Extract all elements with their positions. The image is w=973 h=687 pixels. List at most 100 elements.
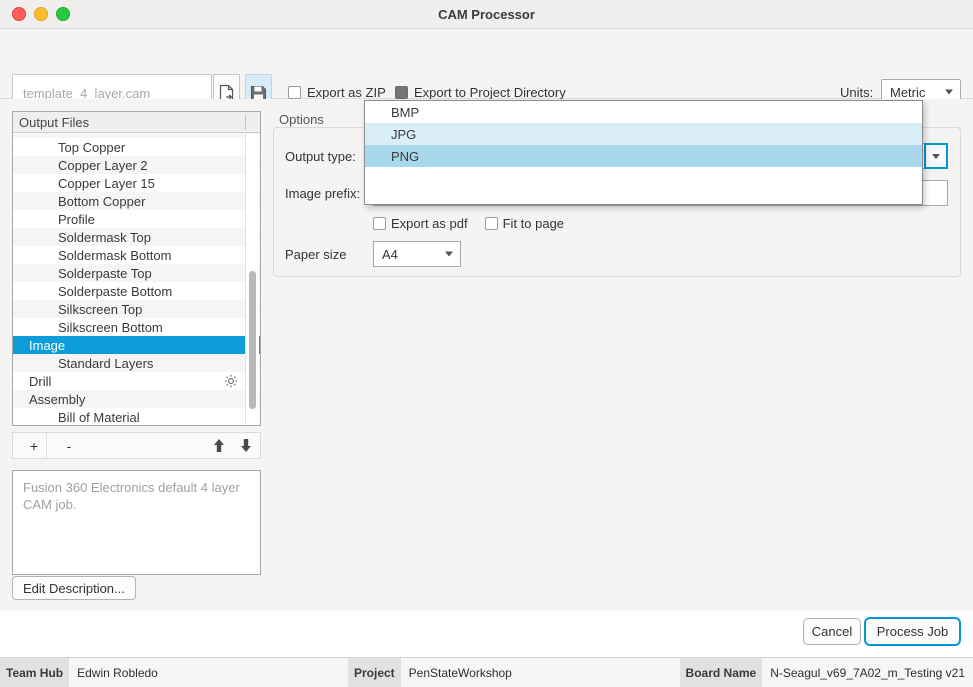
output-type-dropdown-arrow[interactable]	[924, 143, 948, 169]
add-output-button[interactable]: +	[23, 433, 45, 458]
cancel-button-label: Cancel	[811, 624, 853, 639]
units-value: Metric	[890, 84, 926, 100]
list-item-solderpaste-bottom[interactable]: Solderpaste Bottom	[13, 282, 260, 300]
list-item-silkscreen-bottom[interactable]: Silkscreen Bottom	[13, 318, 260, 336]
paper-size-value: A4	[382, 246, 398, 262]
list-scrollbar[interactable]	[245, 134, 259, 424]
list-item-bottom-copper[interactable]: Bottom Copper	[13, 192, 260, 210]
cancel-button[interactable]: Cancel	[803, 618, 861, 645]
process-job-button[interactable]: Process Job	[864, 617, 961, 646]
list-item-solderpaste-top[interactable]: Solderpaste Top	[13, 264, 260, 282]
dropdown-option-jpg[interactable]: JPG	[365, 123, 922, 145]
window-controls	[12, 0, 70, 28]
options-group-label: Options	[279, 112, 324, 127]
list-item-label: Soldermask Bottom	[58, 247, 172, 263]
dropdown-option-label: BMP	[391, 104, 420, 120]
export-as-zip-checkbox[interactable]: Export as ZIP	[288, 85, 386, 100]
list-item-bill-of-material[interactable]: Bill of Material	[13, 408, 260, 425]
dropdown-option-bmp[interactable]: BMP	[365, 101, 922, 123]
export-as-zip-label: Export as ZIP	[307, 85, 386, 100]
output-files-list[interactable]: Top Copper Copper Layer 2 Copper Layer 1…	[13, 133, 260, 425]
list-item-soldermask-top[interactable]: Soldermask Top	[13, 228, 260, 246]
project-value: PenStateWorkshop	[400, 658, 680, 687]
edit-description-button[interactable]: Edit Description...	[12, 576, 136, 600]
export-as-pdf-label: Export as pdf	[391, 216, 468, 231]
chevron-down-icon	[932, 153, 940, 159]
output-files-header: Output Files	[13, 112, 260, 133]
window-titlebar: CAM Processor	[0, 0, 973, 29]
chevron-down-icon	[445, 251, 453, 257]
dropdown-option-label: JPG	[391, 126, 417, 142]
list-item-profile[interactable]: Profile	[13, 210, 260, 228]
list-item-copper-layer-2[interactable]: Copper Layer 2	[13, 156, 260, 174]
close-window-button[interactable]	[12, 7, 26, 21]
fit-to-page-label: Fit to page	[502, 216, 565, 231]
list-item-image[interactable]: Image	[13, 336, 260, 354]
list-actions-toolbar: + -	[12, 432, 261, 459]
paper-size-label: Paper size	[285, 247, 347, 262]
list-item-standard-layers[interactable]: Standard Layers	[13, 354, 260, 372]
list-item-label: Soldermask Top	[58, 229, 151, 245]
list-item-label: Standard Layers	[58, 355, 154, 371]
export-to-project-directory-label: Export to Project Directory	[414, 85, 566, 100]
output-files-header-label: Output Files	[19, 114, 90, 130]
project-label: Project	[347, 658, 401, 687]
arrow-down-icon	[241, 439, 251, 452]
move-up-button[interactable]	[208, 433, 230, 458]
toolbar-divider	[46, 432, 47, 459]
list-item-drill[interactable]: Drill	[13, 372, 260, 390]
arrow-up-icon	[214, 439, 224, 452]
list-item-label: Bill of Material	[58, 409, 140, 425]
list-item-label: Copper Layer 2	[58, 157, 148, 173]
dropdown-option-label: PNG	[391, 148, 420, 164]
job-description-text: Fusion 360 Electronics default 4 layer C…	[23, 480, 240, 512]
dropdown-empty-area	[365, 167, 922, 203]
fit-to-page-checkbox[interactable]	[484, 217, 498, 230]
checkbox-box	[395, 86, 408, 99]
maximize-window-button[interactable]	[56, 7, 70, 21]
top-toolbar: template_4_layer.cam Export as ZIP Expor…	[0, 29, 973, 112]
minimize-window-button[interactable]	[34, 7, 48, 21]
scrollbar-thumb[interactable]	[249, 271, 256, 409]
units-label: Units:	[840, 85, 874, 100]
export-as-pdf-checkbox[interactable]	[373, 217, 386, 230]
list-item-label: Silkscreen Top	[58, 301, 143, 317]
list-item-label: Drill	[29, 373, 52, 389]
gear-icon[interactable]	[224, 374, 238, 388]
list-item-label: Assembly	[29, 391, 86, 407]
output-type-dropdown-list[interactable]: BMP JPG PNG	[364, 100, 923, 205]
chevron-down-icon	[945, 89, 953, 95]
team-hub-value: Edwin Robledo	[69, 658, 348, 687]
board-name-value: N-Seagul_v69_7A02_m_Testing v21	[762, 658, 973, 687]
list-item-soldermask-bottom[interactable]: Soldermask Bottom	[13, 246, 260, 264]
job-description-box: Fusion 360 Electronics default 4 layer C…	[12, 470, 261, 575]
header-divider	[245, 115, 246, 130]
list-item-copper-layer-15[interactable]: Copper Layer 15	[13, 174, 260, 192]
list-item-label: Solderpaste Top	[58, 265, 152, 281]
add-button-label: +	[29, 437, 39, 454]
list-item-label: Top Copper	[58, 139, 126, 155]
list-item-label: Profile	[58, 211, 95, 227]
board-name-label: Board Name	[679, 658, 763, 687]
list-item-label: Solderpaste Bottom	[58, 283, 173, 299]
team-hub-label: Team Hub	[0, 658, 70, 687]
list-item-assembly[interactable]: Assembly	[13, 390, 260, 408]
list-item-top-copper[interactable]: Top Copper	[13, 138, 260, 156]
move-down-button[interactable]	[235, 433, 257, 458]
edit-description-label: Edit Description...	[23, 580, 125, 596]
output-type-label: Output type:	[285, 149, 356, 164]
list-item-label: Copper Layer 15	[58, 175, 155, 191]
checkbox-box	[288, 86, 301, 99]
status-bar: Team Hub Edwin Robledo Project PenStateW…	[0, 657, 973, 687]
dropdown-option-png[interactable]: PNG	[365, 145, 922, 167]
window-title: CAM Processor	[438, 6, 535, 22]
remove-button-label: -	[66, 437, 72, 454]
list-item-silkscreen-top[interactable]: Silkscreen Top	[13, 300, 260, 318]
list-item-label: Bottom Copper	[58, 193, 146, 209]
list-item-label: Silkscreen Bottom	[58, 319, 163, 335]
paper-size-combobox[interactable]: A4	[373, 241, 461, 267]
remove-output-button[interactable]: -	[58, 433, 80, 458]
export-to-project-directory-checkbox[interactable]: Export to Project Directory	[395, 85, 566, 100]
process-job-button-label: Process Job	[876, 624, 949, 639]
pdf-options-row: Export as pdf Fit to page	[373, 216, 564, 231]
